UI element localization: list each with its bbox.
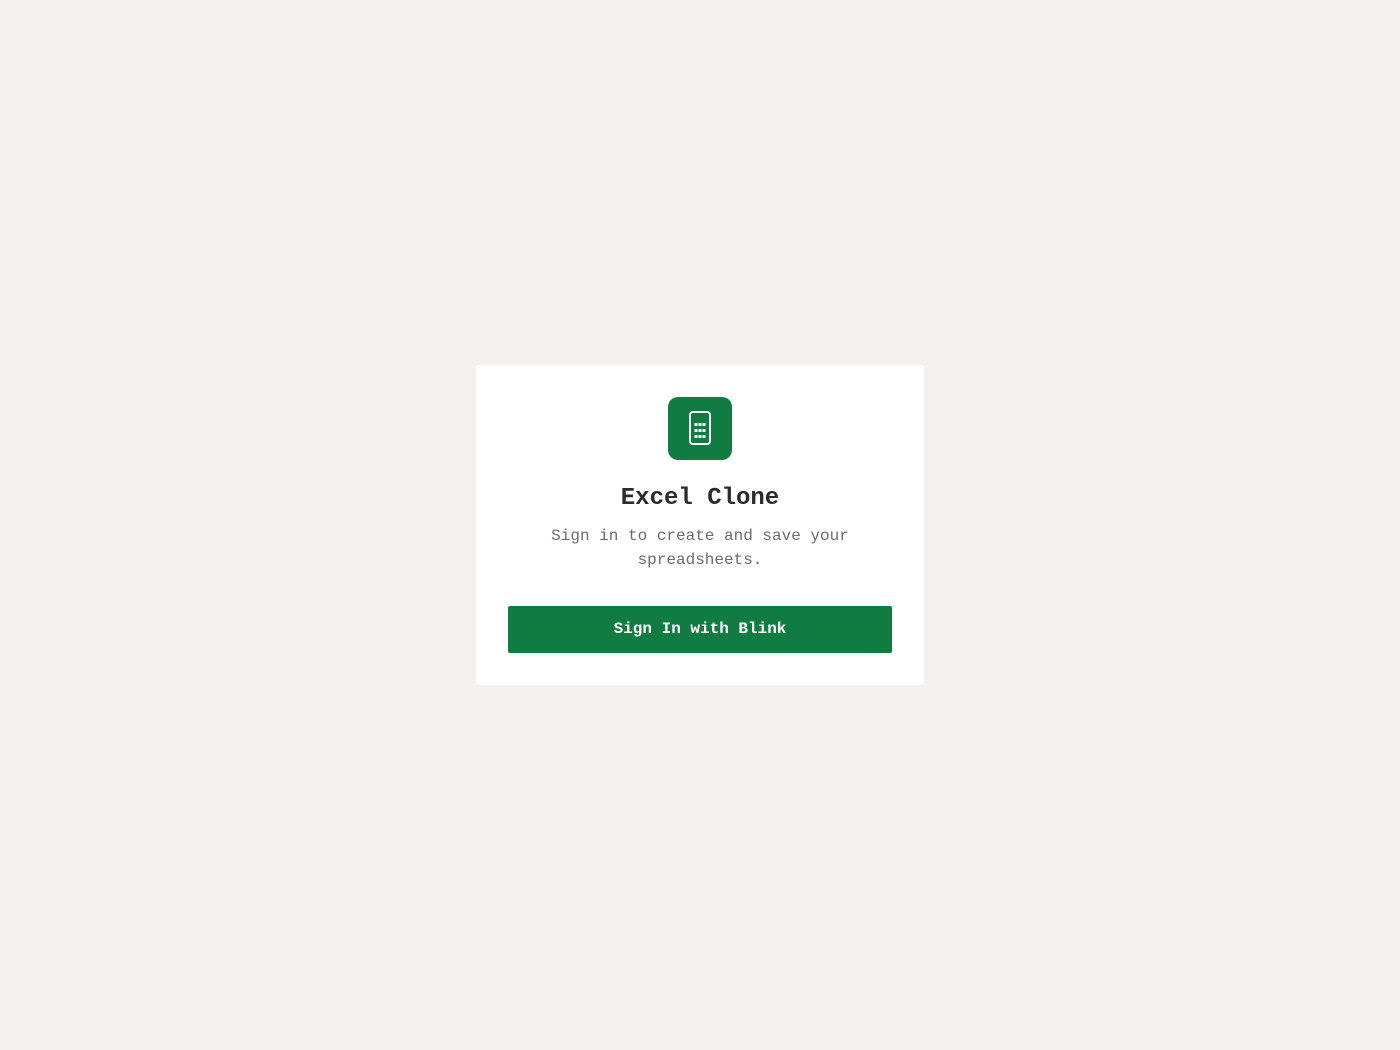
signin-subtitle: Sign in to create and save your spreadsh… [551,526,849,569]
calculator-icon [688,410,712,446]
sign-in-button[interactable]: Sign In with Blink [508,605,892,653]
app-logo [668,397,732,460]
app-title: Excel Clone [620,484,780,512]
login-card: Excel Clone Sign in to create and save y… [476,365,924,685]
login-page: Excel Clone Sign in to create and save y… [0,0,1400,1050]
